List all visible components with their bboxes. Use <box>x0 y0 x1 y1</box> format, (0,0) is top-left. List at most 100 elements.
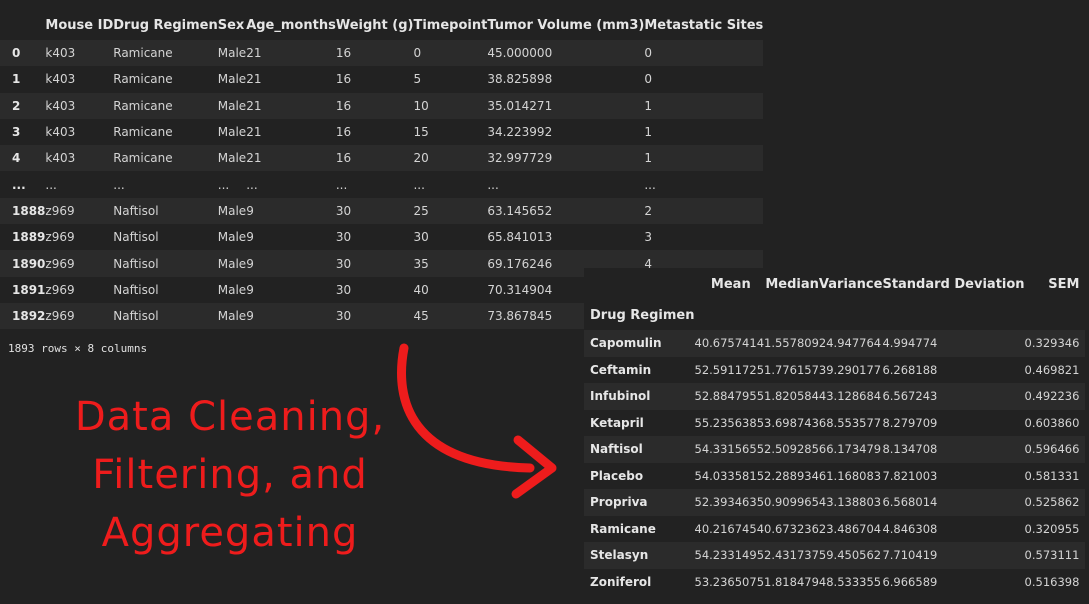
table-cell: 40.216745 <box>694 521 757 536</box>
table-cell: 55.235638 <box>694 415 757 430</box>
table-cell: 9 <box>246 309 254 324</box>
table-row: Stelasyn 54.233149 52.431737 59.450562 7.710… <box>584 542 1086 569</box>
table-header-row: Mean Median Variance Standard Deviation … <box>584 268 1085 300</box>
table-row: Naftisol 54.331565 52.509285 66.173479 8.134… <box>584 436 1086 463</box>
table-cell: Male <box>217 72 247 87</box>
table-cell: 1 <box>644 151 652 166</box>
column-header: Mean <box>710 276 751 292</box>
table-cell: ... <box>246 177 258 192</box>
table-row: Ramicane 40.216745 40.673236 23.486704 4.846… <box>584 515 1086 542</box>
table-cell: 3 <box>644 230 652 245</box>
table-cell: 30 <box>335 256 352 271</box>
table-row: 3 k403 Ramicane Male 21 16 15 34.223992 1 <box>0 118 764 146</box>
table-cell: 1 <box>644 125 652 140</box>
table-cell: 9 <box>246 282 254 297</box>
table-cell: 0.320955 <box>1024 521 1080 536</box>
row-index: Zoniferol <box>590 574 652 589</box>
annotation-caption: Data Cleaning, Filtering, and Aggregatin… <box>60 388 400 562</box>
table-cell: 52.884795 <box>694 389 757 404</box>
table-cell: 52.288934 <box>756 468 819 483</box>
row-index: Ramicane <box>590 521 656 536</box>
table-cell: 52.431737 <box>756 548 819 563</box>
table-cell: 53.236507 <box>694 574 757 589</box>
table-cell: 0 <box>644 46 652 61</box>
table-cell: Naftisol <box>113 309 159 324</box>
table-cell: ... <box>644 177 656 192</box>
table-cell: 21 <box>246 98 262 113</box>
index-header <box>0 10 46 40</box>
table-cell: 30 <box>335 203 352 218</box>
table-cell: 20 <box>413 151 429 166</box>
row-index: 1 <box>12 72 21 87</box>
table-cell: 35 <box>413 256 429 271</box>
row-index: 1890 <box>12 256 46 271</box>
row-index: Ceftamin <box>590 362 652 377</box>
table-cell: 0.469821 <box>1024 362 1080 377</box>
table-cell: ... <box>217 177 230 192</box>
table-cell: 61.168083 <box>818 468 882 483</box>
column-header: Median <box>765 276 819 292</box>
row-index: Naftisol <box>590 442 643 457</box>
index-header <box>584 268 695 300</box>
column-header: Mouse ID <box>45 10 114 40</box>
table-row: Infubinol 52.884795 51.820584 43.128684 6.56… <box>584 383 1086 410</box>
caption-line: Aggregating <box>101 510 359 556</box>
table-cell: 50.909965 <box>756 495 819 510</box>
summary-statistics-table: Mean Median Variance Standard Deviation … <box>584 268 1086 596</box>
table-row: 1888 z969 Naftisol Male 9 30 25 63.145652 2 <box>0 197 764 225</box>
table-cell: 4.994774 <box>882 336 938 351</box>
table-cell: 30 <box>335 230 352 245</box>
row-index: 3 <box>12 125 21 140</box>
caption-line: Filtering, and <box>92 452 368 498</box>
table-cell: 8.279709 <box>882 415 938 430</box>
table-cell: 51.820584 <box>756 389 819 404</box>
table-cell: 0 <box>413 46 422 61</box>
table-cell: 23.486704 <box>818 521 882 536</box>
table-cell: Naftisol <box>113 256 159 271</box>
table-cell: 54.233149 <box>694 548 757 563</box>
table-cell: 30 <box>335 282 352 297</box>
table-cell: 21 <box>246 72 262 87</box>
table-cell: 15 <box>413 125 429 140</box>
table-cell: ... <box>45 177 57 192</box>
table-cell: 51.776157 <box>756 362 819 377</box>
table-cell: ... <box>413 177 425 192</box>
table-cell: 21 <box>246 46 262 61</box>
table-cell: 6.568014 <box>882 495 938 510</box>
table-body: Capomulin 40.675741 41.557809 24.947764 4.99… <box>584 330 1086 595</box>
table-cell: 34.223992 <box>487 125 553 140</box>
table-cell: z969 <box>45 309 75 324</box>
table-cell: 59.450562 <box>818 548 882 563</box>
table-cell: Male <box>217 125 247 140</box>
table-cell: Male <box>217 203 247 218</box>
table-row: 2 k403 Ramicane Male 21 16 10 35.014271 1 <box>0 92 764 119</box>
table-cell: ... <box>113 177 125 192</box>
table-cell: 45 <box>413 309 429 324</box>
table-cell: 0.492236 <box>1024 389 1080 404</box>
table-cell: 30 <box>335 309 352 324</box>
table-cell: Ramicane <box>113 98 173 113</box>
index-name-header: Drug Regimen <box>590 307 695 323</box>
row-index: Stelasyn <box>590 548 649 563</box>
table-cell: 7.710419 <box>882 548 938 563</box>
table-cell: 40.675741 <box>694 336 757 351</box>
table-cell: z969 <box>45 203 75 218</box>
row-index: Placebo <box>590 468 644 483</box>
curved-arrow-icon <box>397 343 557 499</box>
table-cell: 21 <box>246 125 262 140</box>
table-cell: Male <box>217 309 247 324</box>
table-cell: 24.947764 <box>818 336 882 351</box>
table-row: 0 k403 Ramicane Male 21 16 0 45.000000 0 <box>0 40 764 67</box>
table-header-row: Mouse ID Drug Regimen Sex Age_months Wei… <box>0 10 764 40</box>
column-header: Variance <box>818 276 883 292</box>
table-cell: 16 <box>335 72 352 87</box>
table-cell: z969 <box>45 230 75 245</box>
row-index: 2 <box>12 98 21 113</box>
table-cell: 2 <box>644 203 652 218</box>
table-cell: 52.393463 <box>694 495 757 510</box>
row-index: Ketapril <box>590 415 644 430</box>
table-cell: 9 <box>246 256 254 271</box>
table-cell: 35.014271 <box>487 98 553 113</box>
column-header: Timepoint <box>413 10 488 40</box>
table-cell: 39.290177 <box>818 362 882 377</box>
